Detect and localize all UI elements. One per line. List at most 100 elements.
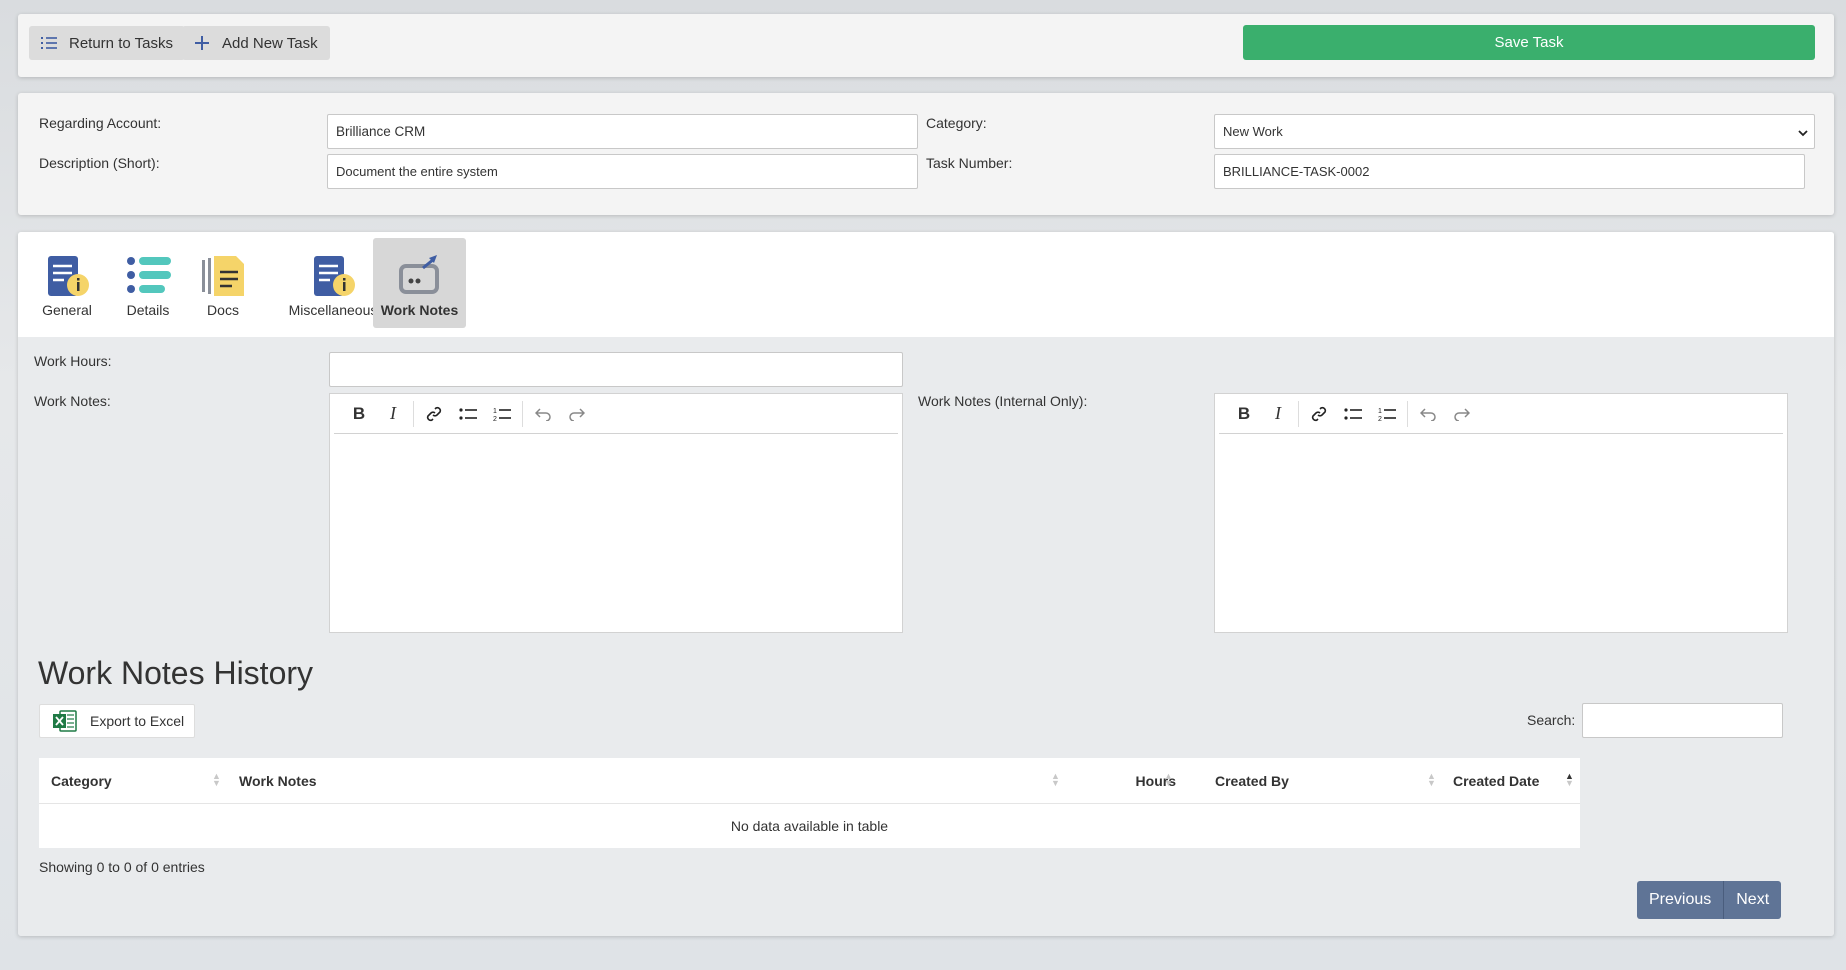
bullet-list-button[interactable] bbox=[1336, 399, 1370, 429]
column-created-by-label: Created By bbox=[1215, 772, 1289, 789]
next-page-button[interactable]: Next bbox=[1723, 881, 1781, 919]
redo-icon bbox=[569, 407, 585, 421]
column-header-created-date[interactable]: Created Date ▲ ▼ bbox=[1453, 758, 1578, 803]
redo-button[interactable] bbox=[1445, 399, 1479, 429]
bold-icon: B bbox=[1237, 403, 1251, 423]
work-hours-input[interactable] bbox=[329, 352, 903, 387]
export-to-excel-button[interactable]: Export to Excel bbox=[39, 704, 195, 738]
sort-icon: ▲ ▼ bbox=[1164, 771, 1173, 788]
table-info: Showing 0 to 0 of 0 entries bbox=[39, 859, 205, 875]
link-button[interactable] bbox=[417, 399, 451, 429]
tab-work-notes[interactable]: Work Notes bbox=[373, 238, 466, 328]
tab-docs-label: Docs bbox=[207, 302, 239, 318]
description-label: Description (Short): bbox=[39, 155, 160, 171]
description-value: Document the entire system bbox=[336, 164, 498, 179]
account-label: Regarding Account: bbox=[39, 115, 162, 131]
search-input[interactable] bbox=[1582, 703, 1783, 738]
task-number-label: Task Number: bbox=[926, 155, 1013, 171]
account-value: Brilliance CRM bbox=[336, 124, 426, 139]
add-new-task-label: Add New Task bbox=[222, 34, 318, 52]
empty-table-message: No data available in table bbox=[39, 803, 1580, 848]
category-value: New Work bbox=[1223, 124, 1283, 139]
italic-button[interactable]: I bbox=[376, 399, 410, 429]
document-info-icon bbox=[314, 256, 355, 296]
tab-details-label: Details bbox=[126, 302, 170, 318]
column-header-hours[interactable]: Hours ▲ ▼ bbox=[1076, 758, 1186, 803]
column-header-category[interactable]: Category ▲ ▼ bbox=[51, 758, 221, 803]
history-title: Work Notes History bbox=[38, 655, 314, 691]
task-header-panel: Regarding Account: Brilliance CRM Descri… bbox=[18, 93, 1834, 215]
export-to-excel-label: Export to Excel bbox=[90, 713, 185, 729]
toolbar-divider bbox=[1407, 400, 1408, 427]
tab-general-label: General bbox=[42, 302, 92, 318]
link-icon bbox=[426, 406, 442, 421]
list-icon bbox=[127, 257, 171, 293]
redo-button[interactable] bbox=[560, 399, 594, 429]
column-header-work-notes[interactable]: Work Notes ▲ ▼ bbox=[239, 758, 1060, 803]
toolbar-divider bbox=[413, 400, 414, 427]
bold-icon: B bbox=[352, 403, 366, 423]
account-field[interactable]: Brilliance CRM bbox=[327, 114, 918, 149]
document-info-icon bbox=[48, 256, 89, 296]
bold-button[interactable]: B bbox=[1227, 399, 1261, 429]
column-category-label: Category bbox=[51, 772, 112, 789]
work-hours-label: Work Hours: bbox=[34, 353, 112, 369]
redo-icon bbox=[1454, 407, 1470, 421]
top-toolbar: Return to Tasks Add New Task Save Task bbox=[18, 14, 1834, 77]
return-to-tasks-button[interactable]: Return to Tasks bbox=[29, 26, 185, 60]
numbered-list-icon: 12 bbox=[493, 408, 511, 422]
toolbar-divider bbox=[522, 400, 523, 427]
svg-text:1: 1 bbox=[1378, 408, 1382, 415]
tab-details[interactable]: Details bbox=[118, 238, 178, 328]
italic-icon: I bbox=[390, 403, 396, 423]
work-notes-history-table: Category ▲ ▼ Work Notes ▲ ▼ Hours ▲ ▼ Creat… bbox=[39, 758, 1580, 848]
sort-icon: ▲ ▼ bbox=[1051, 771, 1060, 788]
work-notes-editor-toolbar: B I 12 bbox=[334, 394, 898, 434]
internal-notes-editor-body[interactable] bbox=[1215, 435, 1787, 632]
italic-button[interactable]: I bbox=[1261, 399, 1295, 429]
return-to-tasks-label: Return to Tasks bbox=[69, 34, 173, 52]
column-work-notes-label: Work Notes bbox=[239, 772, 317, 789]
task-number-value: BRILLIANCE-TASK-0002 bbox=[1223, 164, 1370, 179]
internal-notes-editor-toolbar: B I 12 bbox=[1219, 394, 1783, 434]
category-select[interactable]: New Work bbox=[1214, 114, 1815, 149]
svg-text:2: 2 bbox=[1378, 416, 1382, 422]
numbered-list-icon: 12 bbox=[1378, 408, 1396, 422]
undo-button[interactable] bbox=[526, 399, 560, 429]
column-created-date-label: Created Date bbox=[1453, 772, 1540, 789]
svg-text:2: 2 bbox=[493, 416, 497, 422]
link-icon bbox=[1311, 406, 1327, 421]
bullet-list-button[interactable] bbox=[451, 399, 485, 429]
bullet-list-icon bbox=[459, 407, 477, 420]
chevron-down-icon bbox=[1798, 126, 1808, 141]
previous-page-button[interactable]: Previous bbox=[1637, 881, 1723, 919]
sort-icon: ▲ ▼ bbox=[1427, 771, 1436, 788]
internal-notes-label: Work Notes (Internal Only): bbox=[918, 393, 1088, 409]
internal-notes-editor: B I 12 bbox=[1214, 393, 1788, 633]
list-icon bbox=[41, 36, 57, 50]
category-label: Category: bbox=[926, 115, 987, 131]
description-field[interactable]: Document the entire system bbox=[327, 154, 918, 189]
sort-ascending-icon: ▲ ▼ bbox=[1565, 771, 1574, 788]
tab-bar: General Details Docs Miscellaneous Work … bbox=[18, 232, 1834, 337]
sort-icon: ▲ ▼ bbox=[212, 771, 221, 788]
tab-general[interactable]: General bbox=[42, 238, 92, 328]
tab-work-notes-label: Work Notes bbox=[380, 302, 459, 318]
work-notes-icon bbox=[398, 255, 439, 294]
undo-icon bbox=[535, 407, 551, 421]
bold-button[interactable]: B bbox=[342, 399, 376, 429]
save-task-button[interactable]: Save Task bbox=[1243, 25, 1815, 60]
numbered-list-button[interactable]: 12 bbox=[485, 399, 519, 429]
pagination: Previous Next bbox=[1637, 881, 1782, 919]
link-button[interactable] bbox=[1302, 399, 1336, 429]
tab-docs[interactable]: Docs bbox=[193, 238, 253, 328]
add-new-task-button[interactable]: Add New Task bbox=[182, 26, 330, 60]
task-number-field[interactable]: BRILLIANCE-TASK-0002 bbox=[1214, 154, 1805, 189]
plus-icon bbox=[194, 35, 210, 51]
column-header-created-by[interactable]: Created By ▲ ▼ bbox=[1215, 758, 1436, 803]
work-notes-label: Work Notes: bbox=[34, 393, 111, 409]
search-label: Search: bbox=[1527, 712, 1576, 728]
work-notes-editor-body[interactable] bbox=[330, 435, 902, 632]
undo-button[interactable] bbox=[1411, 399, 1445, 429]
numbered-list-button[interactable]: 12 bbox=[1370, 399, 1404, 429]
